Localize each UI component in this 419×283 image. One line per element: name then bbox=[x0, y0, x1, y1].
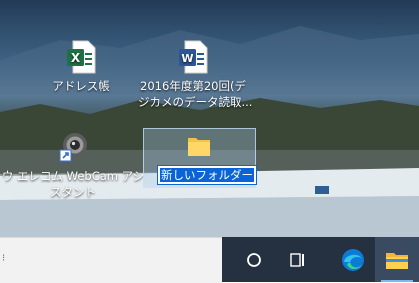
file-explorer-icon bbox=[386, 252, 408, 269]
icon-label-line2: ジカメのデータ読取... bbox=[138, 95, 253, 109]
file-explorer-button[interactable] bbox=[375, 237, 419, 282]
circle-icon bbox=[247, 252, 261, 267]
desktop-icon-address-book[interactable]: X アドレス帳 bbox=[26, 40, 136, 94]
word-file-icon: W bbox=[179, 40, 208, 74]
search-box-edge: ⁝ bbox=[2, 253, 6, 264]
excel-file-icon: X bbox=[67, 40, 96, 74]
icon-label: アドレス帳 bbox=[52, 79, 110, 93]
edge-button[interactable] bbox=[331, 237, 375, 282]
icon-label-line1: ウ エレコム WebCam アシ bbox=[1, 169, 145, 183]
rename-selected-text: 新しいフォルダー bbox=[160, 168, 254, 182]
desktop-icon-word-document[interactable]: W 2016年度第20回(デ ジカメのデータ読取... bbox=[138, 40, 253, 110]
task-view-icon bbox=[290, 252, 304, 267]
webcam-shortcut-icon bbox=[59, 133, 87, 162]
taskbar bbox=[222, 237, 419, 282]
icon-label-line2: スタント bbox=[50, 185, 96, 199]
icon-label-line1: 2016年度第20回(デ bbox=[140, 79, 246, 93]
task-view-button[interactable] bbox=[276, 237, 320, 282]
taskbar-search-area[interactable]: ⁝ bbox=[0, 237, 222, 283]
desktop-icon-webcam-assistant[interactable]: ウ エレコム WebCam アシ スタント bbox=[0, 132, 148, 200]
folder-icon bbox=[188, 138, 210, 156]
svg-text:X: X bbox=[71, 51, 81, 65]
cortana-button[interactable] bbox=[232, 237, 276, 282]
edge-browser-icon bbox=[342, 248, 364, 271]
folder-rename-input[interactable]: 新しいフォルダー bbox=[157, 165, 257, 185]
svg-text:W: W bbox=[181, 52, 193, 65]
